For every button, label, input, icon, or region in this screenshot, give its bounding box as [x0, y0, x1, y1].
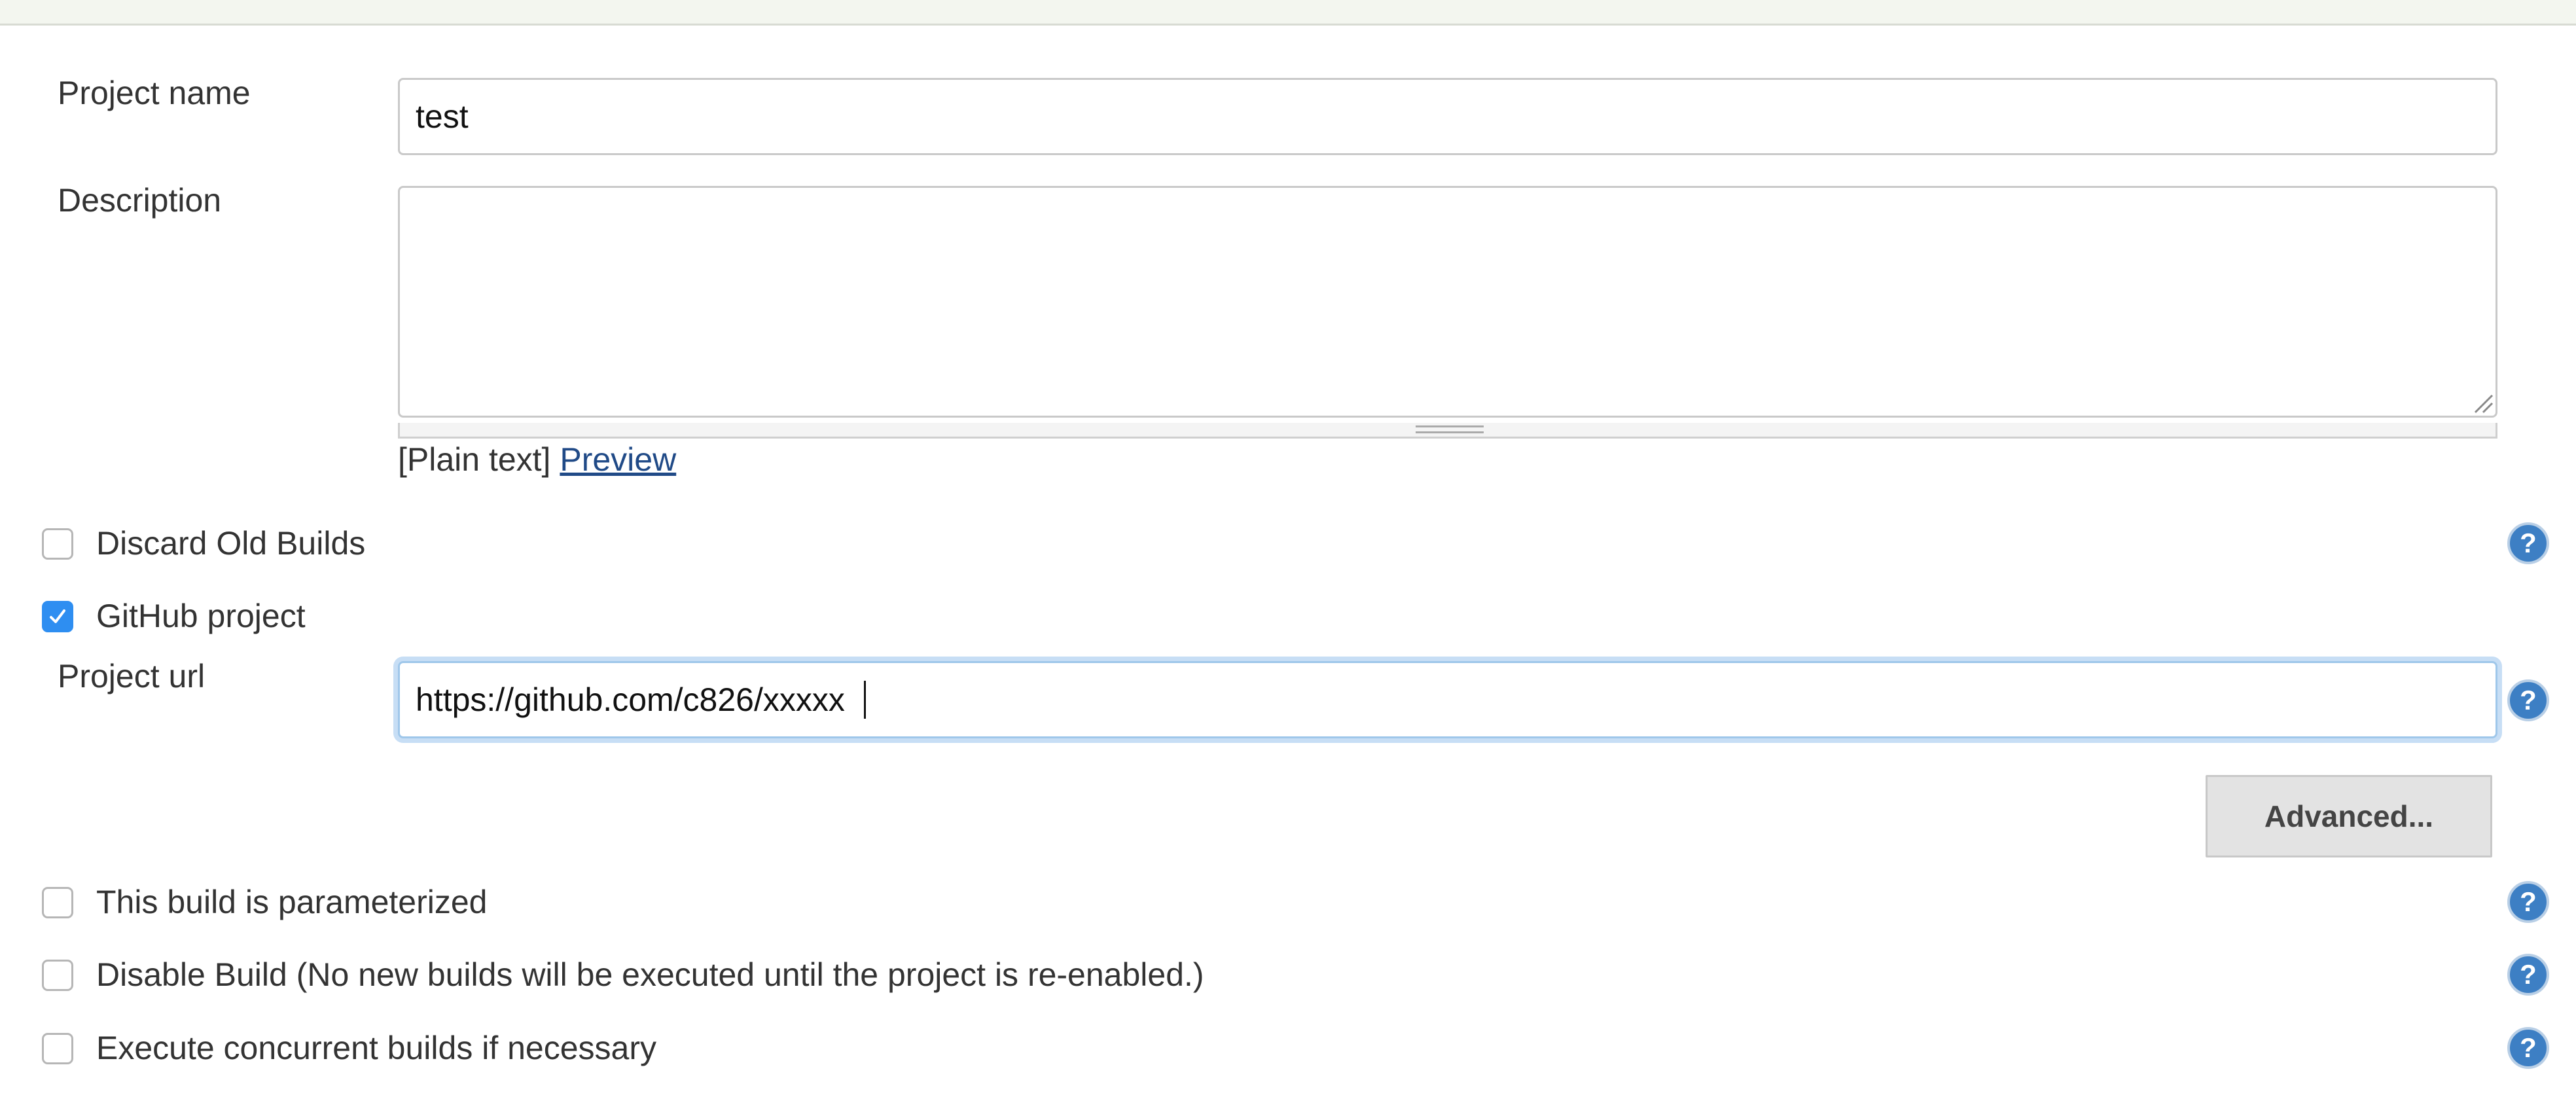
job-config-page: Project name Description [Plain text] Pr…: [0, 0, 2576, 1118]
description-label: Description: [58, 182, 222, 219]
description-format-line: [Plain text] Preview: [398, 440, 676, 479]
help-icon[interactable]: ?: [2507, 679, 2550, 722]
concurrent-builds-checkbox[interactable]: [42, 1033, 73, 1064]
preview-link[interactable]: Preview: [560, 441, 676, 478]
textarea-resize-bar[interactable]: [398, 423, 2497, 439]
disable-build-checkbox[interactable]: [42, 960, 73, 991]
github-project-label: GitHub project: [96, 598, 306, 634]
svg-text:?: ?: [2520, 886, 2537, 917]
help-icon[interactable]: ?: [2507, 880, 2550, 924]
svg-text:?: ?: [2520, 528, 2537, 558]
disable-build-label: Disable Build (No new builds will be exe…: [96, 956, 1204, 993]
project-url-label: Project url: [58, 658, 206, 694]
help-icon[interactable]: ?: [2507, 1026, 2550, 1070]
svg-text:?: ?: [2520, 959, 2537, 990]
help-icon[interactable]: ?: [2507, 953, 2550, 996]
svg-text:?: ?: [2520, 685, 2537, 715]
resize-handle[interactable]: [1416, 425, 1484, 433]
project-url-input[interactable]: [398, 661, 2497, 738]
advanced-button[interactable]: Advanced...: [2206, 775, 2492, 857]
github-project-checkbox[interactable]: [42, 601, 73, 632]
svg-text:?: ?: [2520, 1032, 2537, 1063]
resize-grip-icon[interactable]: [2469, 389, 2495, 415]
checkmark-icon: [50, 609, 65, 623]
parameterized-label: This build is parameterized: [96, 884, 488, 920]
top-bar: [0, 0, 2576, 26]
description-textarea[interactable]: [398, 186, 2497, 418]
discard-old-builds-checkbox[interactable]: [42, 528, 73, 560]
help-icon[interactable]: ?: [2507, 522, 2550, 565]
project-name-label: Project name: [58, 75, 251, 111]
text-caret: [864, 681, 866, 719]
discard-old-builds-label: Discard Old Builds: [96, 525, 366, 562]
concurrent-builds-label: Execute concurrent builds if necessary: [96, 1030, 656, 1066]
parameterized-checkbox[interactable]: [42, 887, 73, 918]
project-name-input[interactable]: [398, 78, 2497, 155]
plain-text-label: [Plain text]: [398, 441, 551, 478]
